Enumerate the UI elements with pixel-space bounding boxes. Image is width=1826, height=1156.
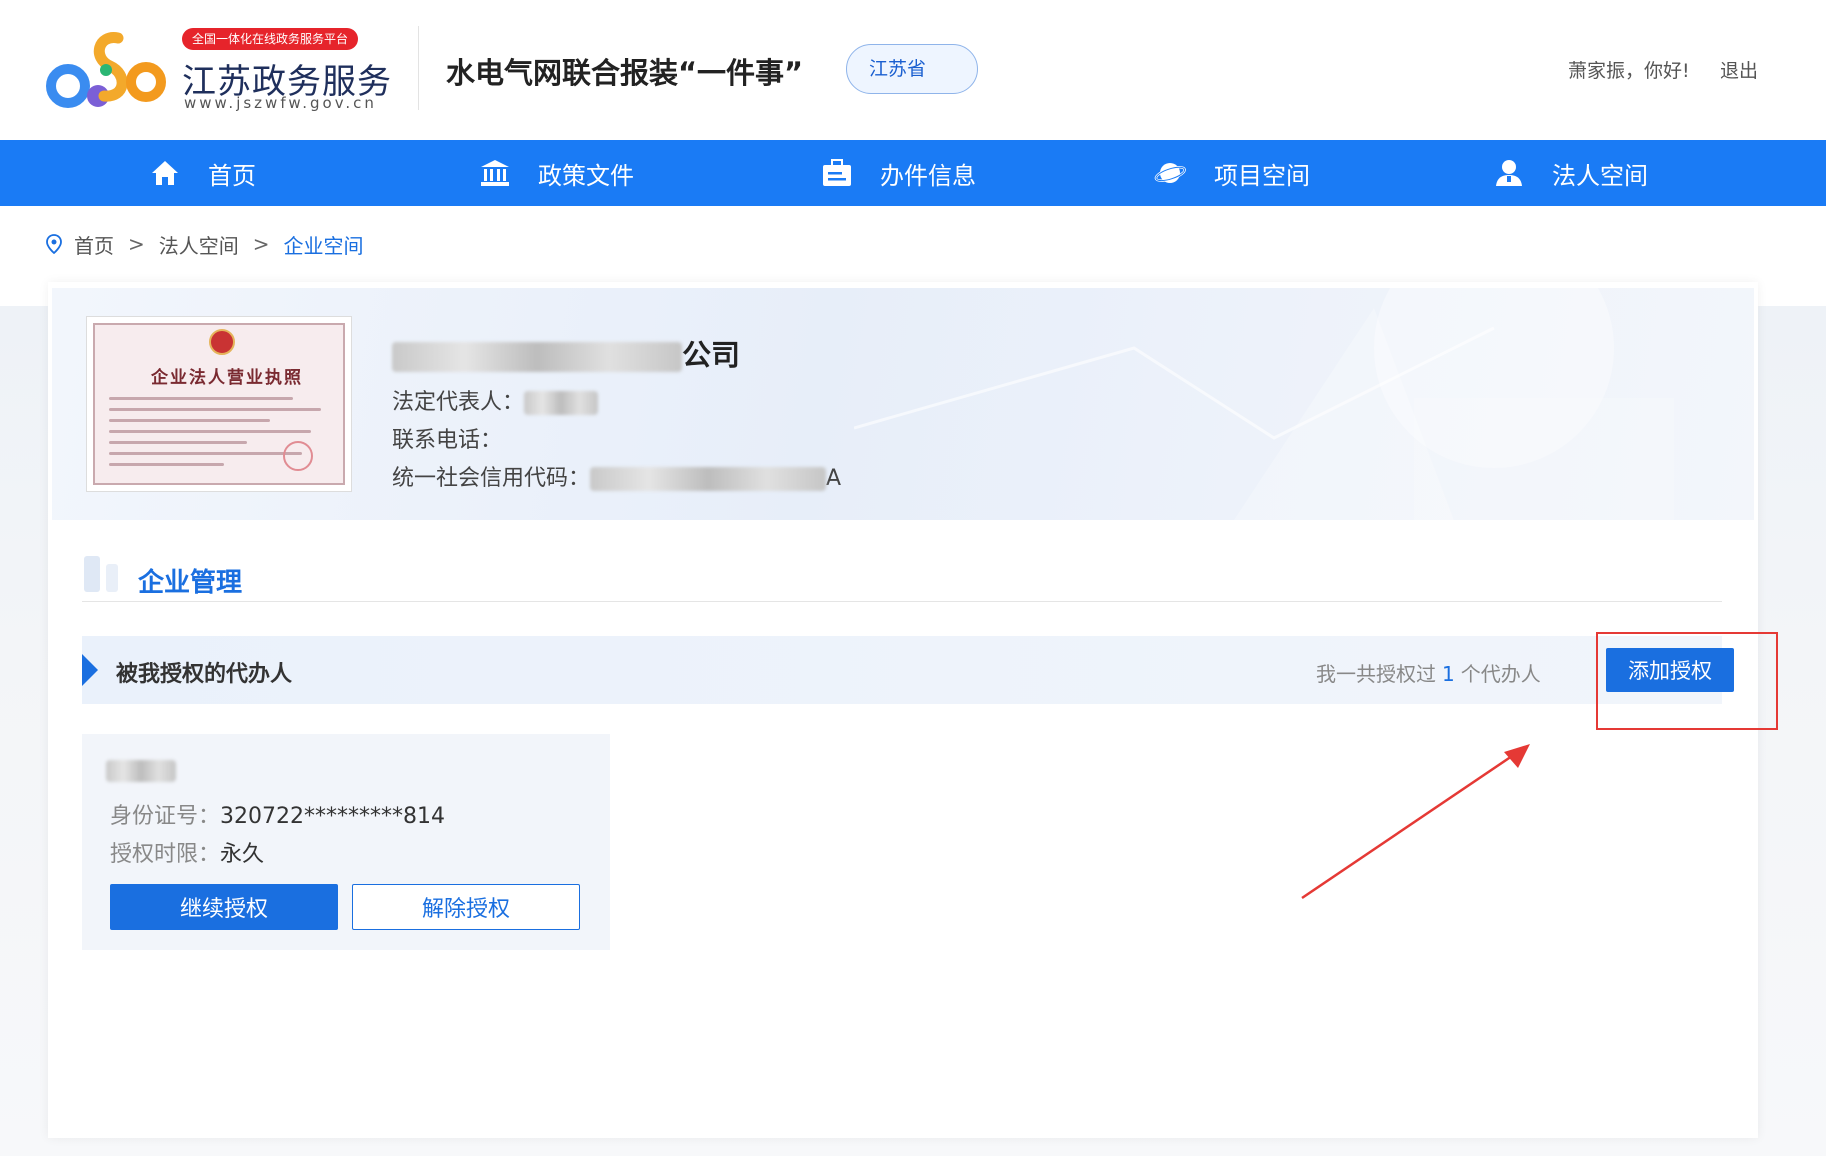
user-greeting: 萧家振，你好! (1568, 60, 1690, 82)
contact-phone: 联系电话： (392, 428, 503, 453)
site-title: 水电气网联合报装“一件事” (446, 56, 804, 90)
redacted-agent-name (106, 760, 176, 782)
logout-link[interactable]: 退出 (1720, 56, 1758, 83)
license-title: 企业法人营业执照 (151, 368, 303, 388)
agent-auth-term: 授权时限：永久 (110, 842, 265, 867)
header-divider (418, 26, 419, 110)
nav-item-cases[interactable]: 办件信息 (822, 140, 976, 206)
logo-mark-icon (46, 32, 166, 108)
planet-icon (1154, 163, 1186, 183)
agent-id-number: 身份证号：320722*********814 (110, 804, 445, 829)
home-icon (152, 161, 178, 185)
logo-url: www.jszwfw.gov.cn (184, 94, 377, 112)
agent-name (106, 758, 176, 783)
credit-code: 统一社会信用代码： A (392, 466, 842, 491)
seal-icon (283, 441, 313, 471)
main-nav: 首页 政策文件 办件信息 项目空间 法人空间 (0, 140, 1826, 206)
nav-label: 办件信息 (880, 161, 976, 190)
nav-label: 法人空间 (1552, 161, 1648, 190)
breadcrumb-separator: > (252, 232, 270, 256)
revoke-authorization-button[interactable]: 解除授权 (352, 884, 580, 930)
nav-label: 政策文件 (538, 161, 634, 190)
nav-item-policy[interactable]: 政策文件 (480, 140, 634, 206)
redacted-credit-code (590, 467, 827, 491)
company-name: 公司 (392, 332, 740, 374)
site-header: 全国一体化在线政务服务平台 江苏政务服务 www.jszwfw.gov.cn 水… (0, 0, 1826, 140)
section-header: 企业管理 (82, 556, 1722, 602)
breadcrumb-current: 企业空间 (283, 233, 364, 258)
enterprise-space-panel: 企业法人营业执照 公司 法定代表人： 联系电话： 统一社会信用代码： A 企业管… (48, 282, 1778, 1138)
annotation-arrow-icon (1301, 744, 1530, 900)
authorization-count: 我一共授权过 1 个代办人 (1316, 662, 1541, 686)
banner-decoration (854, 288, 1674, 520)
user-icon (1496, 160, 1522, 186)
breadcrumb-separator: > (128, 232, 145, 256)
nav-label: 项目空间 (1214, 161, 1310, 190)
location-pin-icon (46, 234, 62, 254)
breadcrumb-legal-space[interactable]: 法人空间 (159, 230, 239, 259)
nav-item-projects[interactable]: 项目空间 (1154, 140, 1310, 206)
nav-label: 首页 (208, 161, 256, 190)
continue-authorization-button[interactable]: 继续授权 (110, 884, 338, 930)
authorized-agents-title: 被我授权的代办人 (116, 662, 293, 687)
region-selector[interactable]: 江苏省 (846, 44, 978, 94)
building-icon (481, 160, 509, 186)
section-title: 企业管理 (138, 568, 243, 598)
breadcrumb-home[interactable]: 首页 (74, 230, 114, 259)
section-marker-icon (84, 556, 118, 592)
nav-item-legal-space[interactable]: 法人空间 (1494, 140, 1648, 206)
add-authorization-button[interactable]: 添加授权 (1606, 648, 1734, 692)
agent-card: 身份证号：320722*********814 授权时限：永久 继续授权 解除授… (82, 734, 610, 950)
site-logo[interactable]: 全国一体化在线政务服务平台 江苏政务服务 www.jszwfw.gov.cn (46, 24, 391, 116)
authorized-agents-bar: 被我授权的代办人 我一共授权过 1 个代办人 添加授权 (82, 632, 1778, 730)
nav-item-home[interactable]: 首页 (150, 140, 256, 206)
company-banner: 企业法人营业执照 公司 法定代表人： 联系电话： 统一社会信用代码： A (52, 288, 1754, 520)
business-license-image[interactable]: 企业法人营业执照 (86, 316, 352, 492)
triangle-marker-icon (82, 654, 98, 686)
logo-badge: 全国一体化在线政务服务平台 (182, 28, 359, 50)
breadcrumb: 首页 > 法人空间 > 企业空间 (46, 230, 364, 258)
legal-representative: 法定代表人： (392, 384, 599, 416)
national-emblem-icon (209, 329, 235, 355)
redacted-legal-rep (524, 391, 599, 415)
briefcase-icon (823, 159, 851, 186)
redacted-company-name (392, 342, 682, 372)
